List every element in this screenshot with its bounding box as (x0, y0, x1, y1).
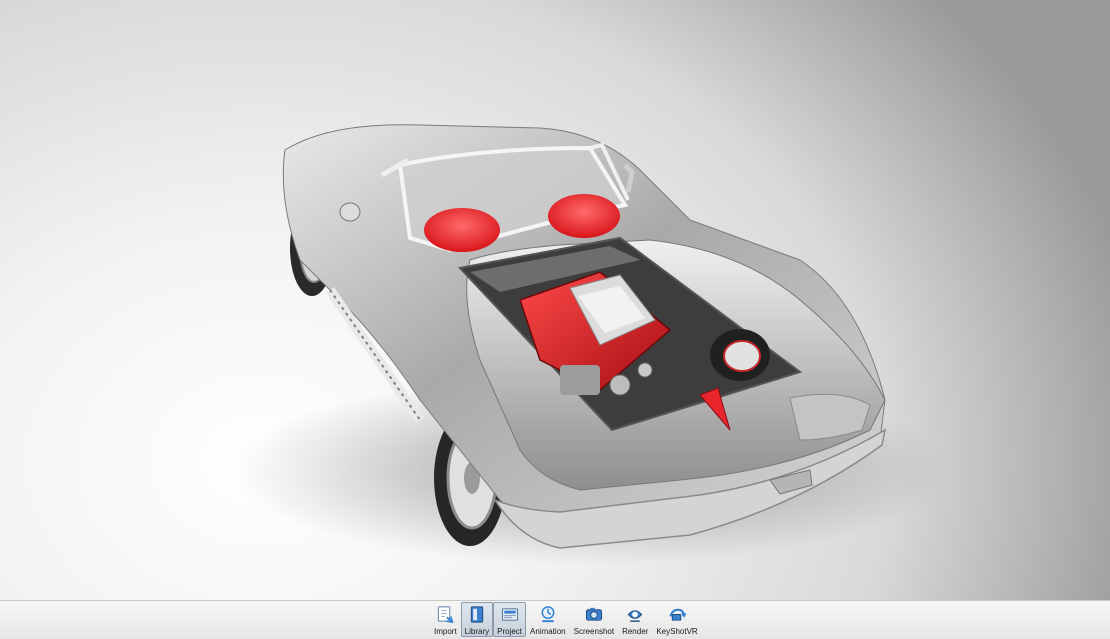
project-label: Project (497, 627, 523, 636)
render-icon (627, 610, 643, 622)
ribbon-tools: Import Library Project Animation Screens… (430, 602, 702, 638)
car-model-render (230, 124, 950, 565)
library-label: Library (464, 627, 490, 636)
render-viewport[interactable] (0, 0, 1110, 600)
import-label: Import (434, 627, 457, 636)
project-icon (501, 608, 518, 621)
render-button[interactable]: Render (618, 602, 652, 637)
screenshot-label: Screenshot (573, 627, 615, 636)
import-icon (438, 606, 454, 623)
keyshotvr-icon (669, 608, 687, 621)
animation-button[interactable]: Animation (526, 602, 570, 637)
bottom-toolbar: Import Library Project Animation Screens… (0, 600, 1110, 639)
animation-icon (541, 606, 555, 623)
import-button[interactable]: Import (430, 602, 461, 637)
keyshot-window: Import Library Project Animation Screens… (0, 0, 1110, 639)
library-button[interactable]: Library (460, 602, 494, 637)
project-button[interactable]: Project (493, 602, 527, 637)
screenshot-button[interactable]: Screenshot (570, 602, 618, 637)
animation-label: Animation (530, 627, 566, 636)
screenshot-icon (585, 607, 602, 621)
library-icon (470, 606, 484, 623)
keyshotvr-label: KeyShotVR (656, 627, 698, 636)
render-label: Render (622, 627, 649, 636)
keyshotvr-button[interactable]: KeyShotVR (652, 602, 701, 637)
